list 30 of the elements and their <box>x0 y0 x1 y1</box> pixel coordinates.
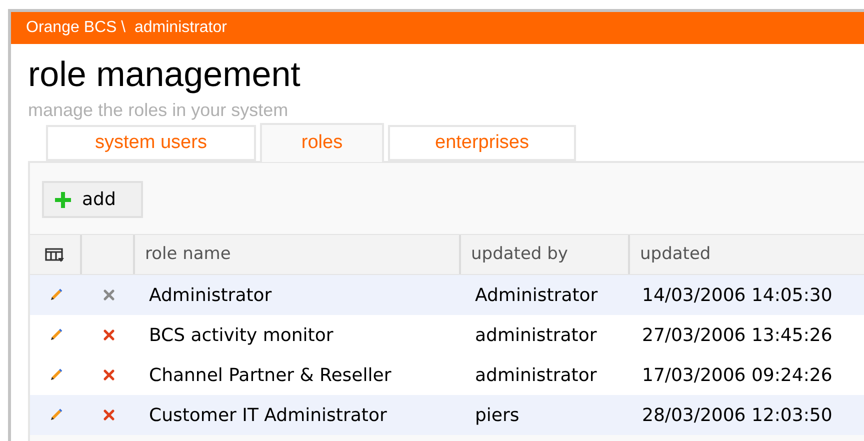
table-cell: 28/03/2006 12:03:50 <box>642 404 832 426</box>
table-row[interactable]: BCS activity monitor administrator 27/03/2006 13:45:26 <box>30 315 864 355</box>
column-header[interactable]: updated <box>630 235 864 274</box>
plus-icon <box>54 190 72 208</box>
delete-icon[interactable] <box>102 368 116 382</box>
table-cell: administrator <box>475 364 597 386</box>
page-subtitle: manage the roles in your system <box>28 99 290 121</box>
add-button[interactable]: add <box>42 181 143 218</box>
page-title: role management <box>28 54 302 96</box>
pencil-icon[interactable] <box>48 287 64 303</box>
table-cell: 17/03/2006 09:24:26 <box>642 364 832 386</box>
table-cell: Channel Partner & Reseller <box>149 364 392 386</box>
table-cell: administrator <box>475 324 597 346</box>
breadcrumb: Orange BCS \ administrator <box>26 18 227 38</box>
table-cell: Administrator <box>149 284 272 306</box>
table-cell: 14/03/2006 14:05:30 <box>642 284 832 306</box>
table-cell: BCS activity monitor <box>149 324 334 346</box>
pencil-icon[interactable] <box>48 367 64 383</box>
column-chooser-icon[interactable] <box>45 246 65 262</box>
pencil-icon[interactable] <box>48 407 64 423</box>
table-cell: 27/03/2006 13:45:26 <box>642 324 832 346</box>
delete-icon[interactable] <box>102 408 116 422</box>
table-row[interactable]: Customer IT Administrator piers 28/03/2006 12:03:50 <box>30 395 864 435</box>
table-cell: Administrator <box>475 284 598 306</box>
delete-icon[interactable] <box>102 328 116 342</box>
table-row[interactable]: Channel Partner & Reseller administrator 17/03/2006 09:24:26 <box>30 355 864 395</box>
table-row[interactable]: Administrator Administrator 14/03/2006 14:05:30 <box>30 275 864 315</box>
table-cell: Customer IT Administrator <box>149 404 387 426</box>
table-cell: piers <box>475 404 520 426</box>
pencil-icon[interactable] <box>48 327 64 343</box>
